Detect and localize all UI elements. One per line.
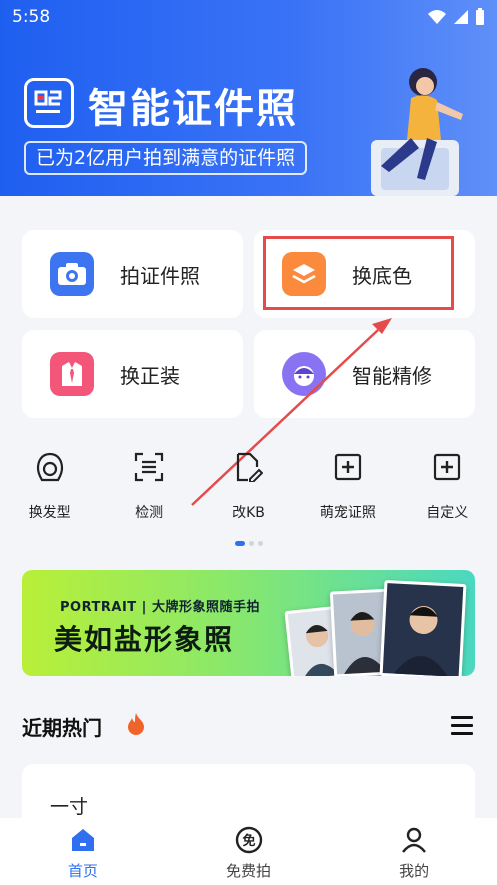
- tools-row: 换发型 检测 改KB 萌宠证照 自定义: [0, 450, 497, 530]
- promo-tagline: PORTRAIT | 大牌形象照随手拍: [60, 600, 260, 615]
- promo-headline: 美如盐形象照: [54, 623, 235, 656]
- scan-icon: [132, 450, 166, 484]
- page-dot: [249, 541, 254, 546]
- tool-hairstyle[interactable]: 换发型: [0, 450, 99, 530]
- tab-label: 首页: [67, 862, 98, 880]
- home-icon: [71, 829, 94, 851]
- battery-icon: [476, 8, 484, 25]
- wifi-icon: [428, 10, 446, 24]
- free-badge-icon: 免: [235, 826, 262, 854]
- section-title: 近期热门: [22, 716, 102, 740]
- status-time: 5:58: [12, 7, 51, 27]
- hairstyle-icon: [33, 450, 67, 484]
- fire-icon: [128, 713, 144, 735]
- tool-pet-photo[interactable]: 萌宠证照: [298, 450, 397, 530]
- tab-label: 免费拍: [226, 862, 272, 880]
- plus-square-icon: [430, 450, 464, 484]
- tab-profile[interactable]: 我的: [331, 818, 497, 885]
- svg-text:免: 免: [242, 833, 255, 849]
- tool-label: 自定义: [426, 505, 469, 521]
- menu-icon[interactable]: [451, 716, 473, 740]
- annotation-arrow: [191, 318, 392, 506]
- page-dot: [258, 541, 263, 546]
- tool-change-kb[interactable]: 改KB: [199, 450, 298, 530]
- promo-banner[interactable]: PORTRAIT | 大牌形象照随手拍 美如盐形象照: [22, 570, 475, 676]
- tool-label: 萌宠证照: [319, 505, 376, 521]
- page-indicator: [235, 541, 263, 546]
- tab-label: 我的: [399, 862, 430, 880]
- status-bar: 5:58: [0, 0, 497, 34]
- tool-custom[interactable]: 自定义: [398, 450, 497, 530]
- status-icons: [427, 8, 485, 26]
- tool-label: 检测: [135, 505, 164, 521]
- tab-free-shot[interactable]: 免 免费拍: [166, 818, 332, 885]
- user-icon: [402, 827, 427, 853]
- tool-label: 改KB: [232, 505, 265, 521]
- tool-label: 换发型: [28, 505, 71, 521]
- list-item-label: 一寸: [50, 796, 89, 818]
- tool-detect[interactable]: 检测: [99, 450, 198, 530]
- signal-icon: [454, 10, 468, 24]
- page-dot-active: [235, 541, 245, 546]
- bottom-tab-bar: 首页 免 免费拍 我的: [0, 818, 497, 885]
- plus-square-icon: [331, 450, 365, 484]
- portrait-photo: [379, 579, 467, 676]
- tab-home[interactable]: 首页: [0, 818, 166, 885]
- edit-file-icon: [231, 450, 265, 484]
